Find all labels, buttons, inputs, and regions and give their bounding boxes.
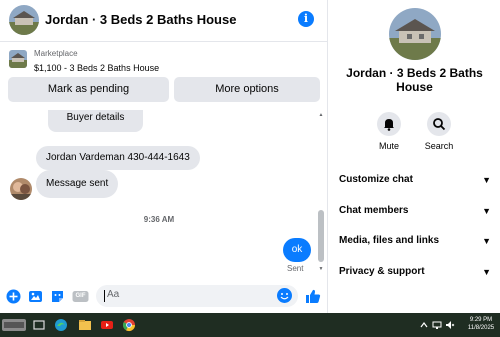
clock-date: 11/8/2025: [467, 325, 495, 331]
chevron-down-icon: ▼: [482, 175, 491, 185]
youtube-icon[interactable]: [100, 317, 114, 333]
chat-pane: Jordan · 3 Beds 2 Baths House i Marketpl…: [0, 0, 328, 313]
mark-as-pending-button[interactable]: Mark as pending: [8, 77, 169, 102]
windows-taskbar: 9:29 PM 11/8/2025: [0, 313, 500, 337]
info-icon[interactable]: i: [298, 11, 314, 27]
gif-icon[interactable]: GIF: [72, 289, 89, 304]
photo-icon[interactable]: [28, 289, 43, 304]
plus-circle-icon[interactable]: [6, 289, 21, 304]
conversation-details-pane: Jordan · 3 Beds 2 Baths House Mute Searc…: [329, 0, 500, 313]
chevron-down-icon: ▼: [482, 206, 491, 216]
network-icon[interactable]: [432, 320, 442, 337]
scroll-up-icon[interactable]: ▲: [317, 112, 325, 118]
like-icon[interactable]: [305, 288, 321, 304]
edge-icon[interactable]: [54, 317, 68, 333]
emoji-icon[interactable]: [277, 288, 292, 303]
delivery-status: Sent: [287, 264, 304, 273]
clock-time: 9:29 PM: [469, 317, 493, 323]
message-input-placeholder: Aa: [107, 289, 120, 300]
conversation-title: Jordan · 3 Beds 2 Baths House: [45, 12, 237, 27]
bell-icon: [377, 112, 401, 136]
volume-icon[interactable]: [445, 320, 455, 337]
scroll-thumb[interactable]: [318, 210, 324, 262]
more-options-button[interactable]: More options: [174, 77, 320, 102]
mute-label: Mute: [378, 141, 399, 151]
chevron-down-icon: ▼: [482, 236, 491, 246]
sender-avatar[interactable]: [10, 178, 32, 200]
system-clock[interactable]: 9:29 PM 11/8/2025: [466, 316, 496, 332]
marketplace-label: Marketplace: [34, 49, 78, 58]
message-timestamp: 9:36 AM: [143, 215, 175, 224]
text-caret: [104, 290, 105, 302]
message-bubble-sent[interactable]: Message sent: [36, 170, 119, 198]
menu-media-files-links-label: Media, files and links: [339, 235, 440, 246]
message-composer: GIF Aa: [0, 280, 328, 313]
message-input[interactable]: Aa: [96, 285, 298, 307]
chat-header: Jordan · 3 Beds 2 Baths House i: [0, 0, 328, 42]
listing-thumbnail[interactable]: [9, 50, 27, 68]
chevron-down-icon: ▼: [482, 267, 491, 277]
buyer-details-button[interactable]: Buyer details: [48, 110, 143, 132]
search-button[interactable]: Search: [419, 112, 459, 151]
message-scrollbar[interactable]: ▲ ▼: [317, 112, 325, 272]
gif-label: GIF: [75, 293, 86, 299]
menu-chat-members[interactable]: Chat members ▼: [339, 201, 491, 221]
listing-title[interactable]: $1,100 - 3 Beds 2 Baths House: [34, 63, 159, 73]
chevron-up-icon[interactable]: [419, 320, 429, 337]
marketplace-banner: Marketplace $1,100 - 3 Beds 2 Baths Hous…: [0, 42, 328, 110]
menu-media-files-links[interactable]: Media, files and links ▼: [339, 231, 491, 251]
menu-privacy-support[interactable]: Privacy & support ▼: [339, 262, 491, 282]
conversation-avatar[interactable]: [9, 5, 39, 35]
taskview-icon[interactable]: [33, 317, 45, 333]
sticker-icon[interactable]: [50, 289, 65, 304]
message-bubble-phone[interactable]: Jordan Vardeman 430-444-1643: [36, 146, 200, 170]
my-message-bubble[interactable]: ok: [283, 238, 311, 262]
mute-button[interactable]: Mute: [369, 112, 409, 151]
details-name: Jordan · 3 Beds 2 Baths House: [346, 66, 483, 94]
menu-customize-chat-label: Customize chat: [339, 174, 413, 185]
app-thumbnail-icon[interactable]: [2, 317, 26, 333]
menu-chat-members-label: Chat members: [339, 205, 409, 216]
chrome-icon[interactable]: [122, 317, 136, 333]
message-thread: Buyer details Jordan Vardeman 430-444-16…: [0, 110, 328, 280]
file-explorer-icon[interactable]: [78, 317, 92, 333]
scroll-down-icon[interactable]: ▼: [317, 266, 325, 272]
details-avatar[interactable]: [389, 8, 441, 60]
search-icon: [427, 112, 451, 136]
search-label: Search: [424, 141, 454, 151]
menu-privacy-support-label: Privacy & support: [339, 266, 425, 277]
menu-customize-chat[interactable]: Customize chat ▼: [339, 170, 491, 190]
